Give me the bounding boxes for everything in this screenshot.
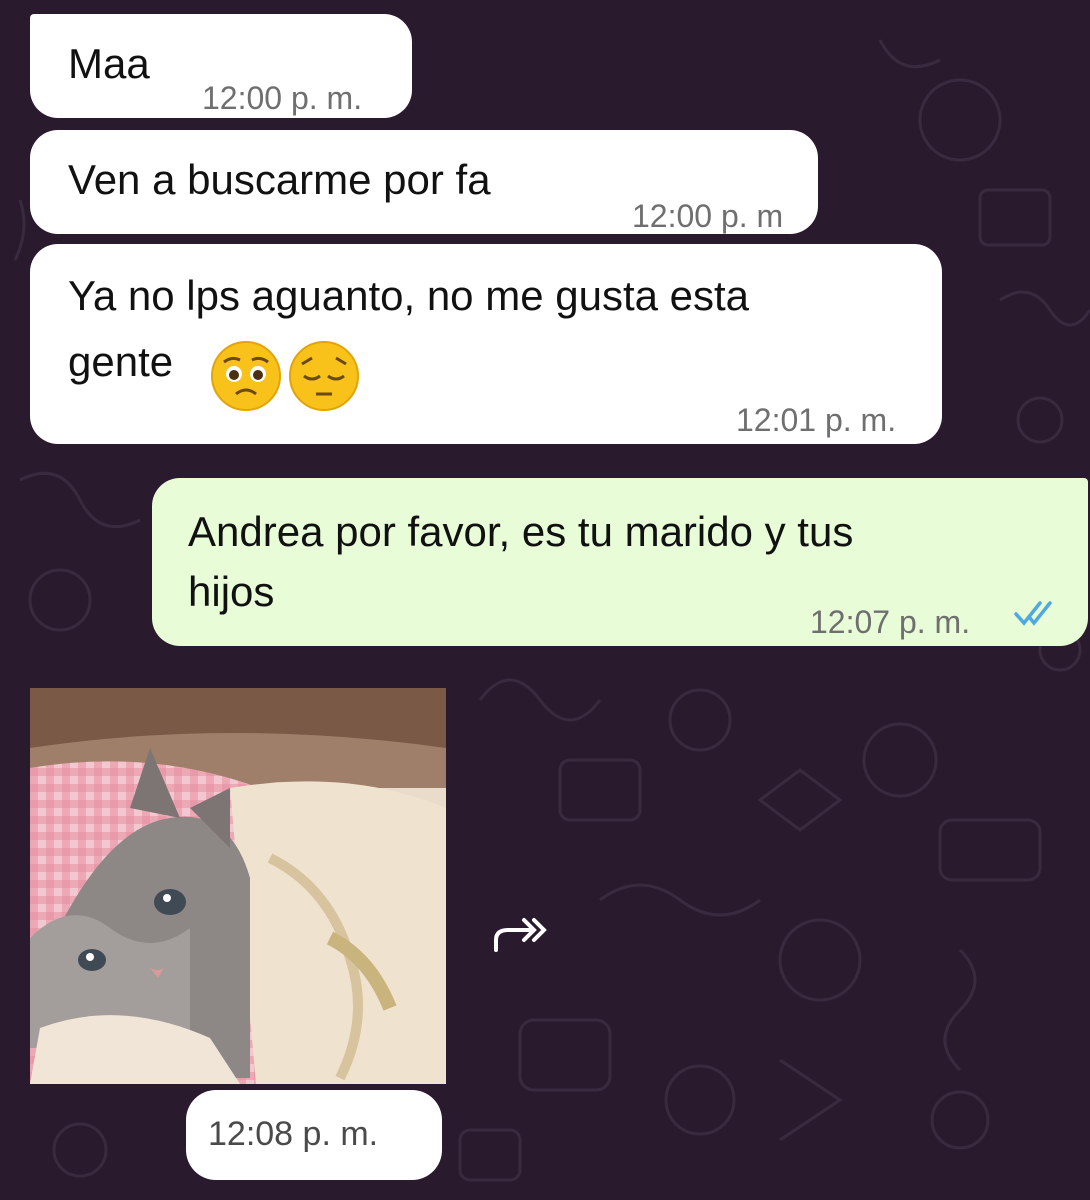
forward-icon[interactable]: [490, 910, 552, 956]
message-timestamp: 12:01 p. m.: [736, 402, 897, 438]
cat-under-blanket-photo: [30, 688, 446, 1084]
message-timestamp: 12:00 p. m: [632, 198, 784, 234]
incoming-message-bubble[interactable]: Ven a buscarme por fa 12:00 p. m: [30, 130, 818, 234]
message-timestamp: 12:07 p. m.: [810, 604, 971, 640]
message-text: Ven a buscarme por fa: [68, 156, 491, 203]
double-check-icon: [1014, 601, 1052, 626]
pleading-face-emoji-icon: [211, 341, 281, 411]
incoming-message-bubble[interactable]: Ya no lps aguanto, no me gusta esta gent…: [30, 244, 942, 444]
message-text-line: Ya no lps aguanto, no me gusta esta: [68, 272, 750, 319]
outgoing-message-bubble[interactable]: Andrea por favor, es tu marido y tus hij…: [152, 478, 1088, 646]
image-timestamp-pill: 12:08 p. m.: [186, 1090, 442, 1180]
message-timestamp: 12:00 p. m.: [202, 80, 363, 116]
message-timestamp: 12:08 p. m.: [208, 1115, 379, 1153]
message-text-line: Andrea por favor, es tu marido y tus: [188, 508, 854, 555]
pensive-face-emoji-icon: [289, 341, 359, 411]
image-message[interactable]: [30, 688, 446, 1084]
message-text-line: gente: [68, 338, 174, 385]
message-text: Maa: [68, 40, 150, 87]
incoming-message-bubble[interactable]: Maa 12:00 p. m.: [30, 14, 412, 118]
message-text-line: hijos: [188, 568, 275, 615]
